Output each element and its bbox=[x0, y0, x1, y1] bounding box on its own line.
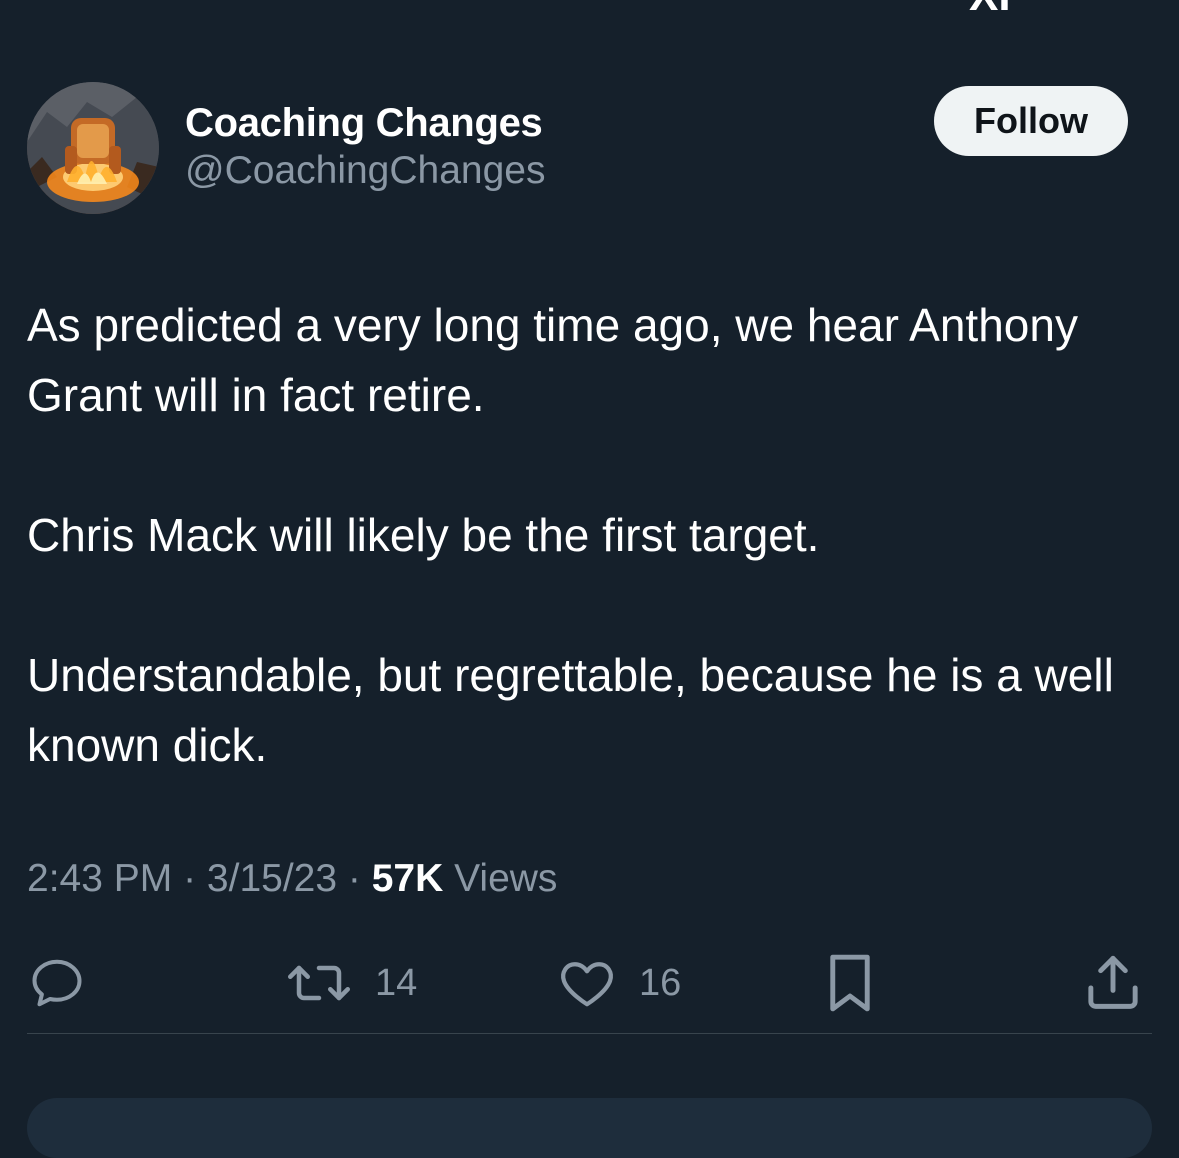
retweet-icon bbox=[288, 965, 350, 1001]
bookmark-icon bbox=[830, 954, 870, 1012]
reply-icon bbox=[32, 959, 82, 1007]
meta-separator: · bbox=[337, 857, 372, 900]
tweet-header: Coaching Changes @CoachingChanges Follow bbox=[27, 82, 1128, 216]
reply-button[interactable] bbox=[27, 945, 87, 1021]
divider bbox=[27, 1033, 1152, 1034]
avatar-image bbox=[27, 82, 159, 214]
tweet-paragraph: As predicted a very long time ago, we he… bbox=[27, 299, 1078, 421]
share-button[interactable] bbox=[1083, 945, 1143, 1021]
tweet-paragraph: Understandable, but regrettable, because… bbox=[27, 649, 1114, 771]
bookmark-button[interactable] bbox=[820, 945, 880, 1021]
heart-icon bbox=[561, 962, 613, 1007]
avatar[interactable] bbox=[27, 82, 159, 214]
retweet-count: 14 bbox=[375, 961, 418, 1004]
reply-composer[interactable] bbox=[27, 1098, 1152, 1158]
like-count: 16 bbox=[639, 961, 682, 1004]
tweet-paragraph: Chris Mack will likely be the first targ… bbox=[27, 509, 820, 561]
action-bar: 14 16 bbox=[27, 945, 1152, 1021]
tweet-time[interactable]: 2:43 PM bbox=[27, 857, 172, 900]
views-label: Views bbox=[454, 857, 558, 900]
top-partial-text: XI bbox=[969, 0, 1039, 18]
follow-button[interactable]: Follow bbox=[934, 86, 1128, 156]
meta-separator: · bbox=[172, 857, 207, 900]
share-icon bbox=[1088, 955, 1138, 1009]
author-info[interactable]: Coaching Changes @CoachingChanges bbox=[185, 100, 545, 196]
display-name[interactable]: Coaching Changes bbox=[185, 100, 545, 146]
like-button[interactable]: 16 bbox=[557, 945, 681, 1021]
tweet-date[interactable]: 3/15/23 bbox=[207, 857, 337, 900]
retweet-button[interactable]: 14 bbox=[285, 945, 417, 1021]
handle[interactable]: @CoachingChanges bbox=[185, 146, 545, 196]
views-count: 57K bbox=[371, 857, 444, 900]
tweet-meta: 2:43 PM · 3/15/23 · 57K Views bbox=[27, 852, 557, 906]
tweet-text: As predicted a very long time ago, we he… bbox=[27, 290, 1152, 780]
